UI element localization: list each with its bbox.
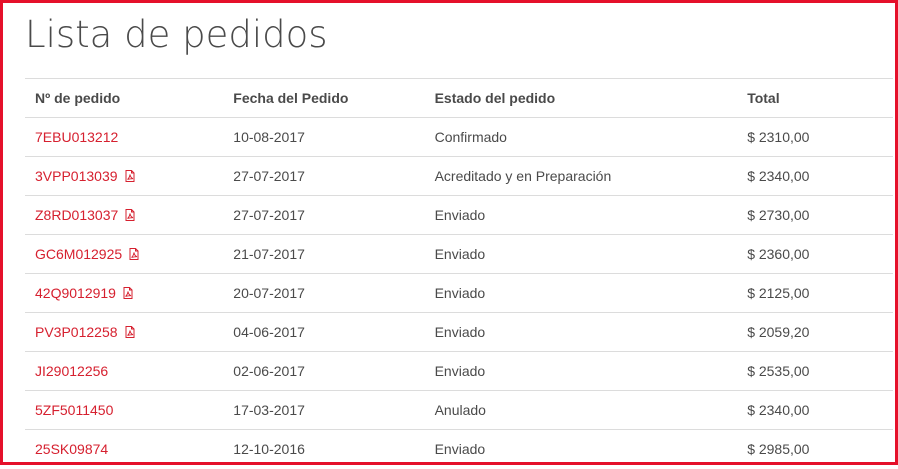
- order-status-cell: Confirmado: [424, 117, 738, 157]
- table-row: Z8RD013037 27-07-2017 Enviado $ 2730,00: [25, 195, 893, 235]
- order-total-cell: $ 2340,00: [737, 390, 893, 430]
- header-order-date: Fecha del Pedido: [223, 78, 425, 118]
- order-status-cell: Anulado: [424, 390, 738, 430]
- order-number-cell: 3VPP013039: [25, 156, 224, 196]
- order-status-cell: Enviado: [424, 273, 738, 313]
- order-date-cell: 17-03-2017: [223, 390, 425, 430]
- order-status-cell: Enviado: [424, 429, 738, 469]
- order-number-cell: 25SK09874: [25, 429, 224, 469]
- order-total-cell: $ 2730,00: [737, 195, 893, 235]
- order-date-cell: 10-08-2017: [223, 117, 425, 157]
- order-number-link[interactable]: 25SK09874: [35, 441, 108, 457]
- header-total: Total: [737, 78, 893, 118]
- pdf-icon[interactable]: [122, 286, 134, 302]
- order-number-link[interactable]: GC6M012925: [35, 246, 122, 262]
- order-total-cell: $ 2059,20: [737, 312, 893, 352]
- order-date-cell: 02-06-2017: [223, 351, 425, 391]
- pdf-icon[interactable]: [124, 325, 136, 341]
- order-total-cell: $ 2340,00: [737, 156, 893, 196]
- pdf-icon[interactable]: [128, 247, 140, 263]
- order-number-link[interactable]: JI29012256: [35, 363, 108, 379]
- order-date-cell: 04-06-2017: [223, 312, 425, 352]
- order-number-link[interactable]: 7EBU013212: [35, 129, 118, 145]
- page-title: Lista de pedidos: [25, 13, 328, 56]
- order-number-link[interactable]: PV3P012258: [35, 324, 118, 340]
- order-status-cell: Enviado: [424, 312, 738, 352]
- order-date-cell: 20-07-2017: [223, 273, 425, 313]
- table-row: 5ZF5011450 17-03-2017 Anulado $ 2340,00: [25, 390, 893, 430]
- table-row: GC6M012925 21-07-2017 Enviado $ 2360,00: [25, 234, 893, 274]
- order-total-cell: $ 2125,00: [737, 273, 893, 313]
- table-row: 42Q9012919 20-07-2017 Enviado $ 2125,00: [25, 273, 893, 313]
- order-number-link[interactable]: Z8RD013037: [35, 207, 118, 223]
- order-number-cell: 7EBU013212: [25, 117, 224, 157]
- order-date-cell: 27-07-2017: [223, 156, 425, 196]
- order-number-cell: Z8RD013037: [25, 195, 224, 235]
- orders-table: Nº de pedido Fecha del Pedido Estado del…: [25, 78, 893, 469]
- order-status-cell: Enviado: [424, 195, 738, 235]
- table-header-row: Nº de pedido Fecha del Pedido Estado del…: [25, 78, 893, 118]
- order-total-cell: $ 2310,00: [737, 117, 893, 157]
- order-number-cell: JI29012256: [25, 351, 224, 391]
- order-number-link[interactable]: 42Q9012919: [35, 285, 116, 301]
- order-total-cell: $ 2985,00: [737, 429, 893, 469]
- pdf-icon[interactable]: [124, 208, 136, 224]
- order-status-cell: Enviado: [424, 234, 738, 274]
- header-order-number: Nº de pedido: [25, 78, 224, 118]
- order-total-cell: $ 2360,00: [737, 234, 893, 274]
- table-row: 7EBU013212 10-08-2017 Confirmado $ 2310,00: [25, 117, 893, 157]
- order-date-cell: 12-10-2016: [223, 429, 425, 469]
- order-number-cell: GC6M012925: [25, 234, 224, 274]
- table-row: PV3P012258 04-06-2017 Enviado $ 2059,20: [25, 312, 893, 352]
- order-number-cell: PV3P012258: [25, 312, 224, 352]
- order-status-cell: Enviado: [424, 351, 738, 391]
- table-row: JI29012256 02-06-2017 Enviado $ 2535,00: [25, 351, 893, 391]
- order-number-cell: 42Q9012919: [25, 273, 224, 313]
- order-status-cell: Acreditado y en Preparación: [424, 156, 738, 196]
- order-date-cell: 27-07-2017: [223, 195, 425, 235]
- order-date-cell: 21-07-2017: [223, 234, 425, 274]
- order-number-link[interactable]: 5ZF5011450: [35, 402, 113, 418]
- order-number-link[interactable]: 3VPP013039: [35, 168, 118, 184]
- order-number-cell: 5ZF5011450: [25, 390, 224, 430]
- table-row: 3VPP013039 27-07-2017 Acreditado y en Prep…: [25, 156, 893, 196]
- order-total-cell: $ 2535,00: [737, 351, 893, 391]
- table-row: 25SK09874 12-10-2016 Enviado $ 2985,00: [25, 429, 893, 469]
- header-order-status: Estado del pedido: [424, 78, 738, 118]
- highlight-frame: Lista de pedidos Nº de pedido Fecha del …: [0, 0, 898, 469]
- pdf-icon[interactable]: [124, 169, 136, 185]
